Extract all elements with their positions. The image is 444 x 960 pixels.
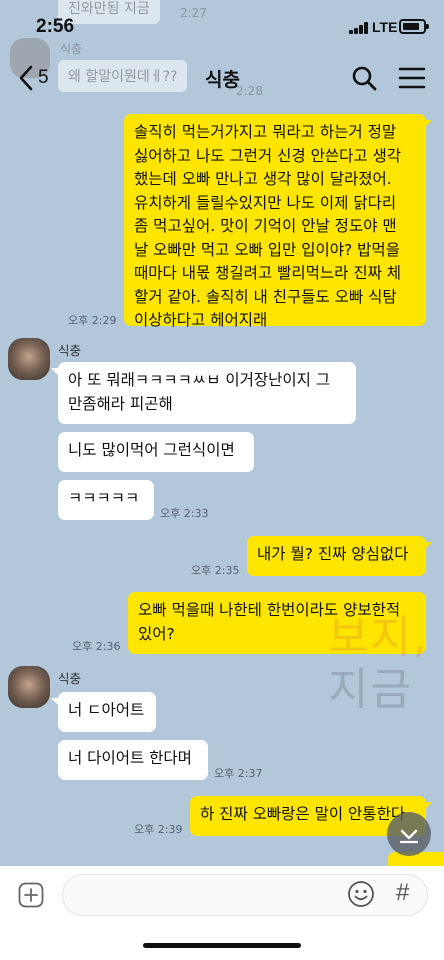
battery-level-fill xyxy=(403,23,419,30)
scroll-to-bottom-button[interactable] xyxy=(387,812,431,856)
back-button[interactable]: 5 xyxy=(18,64,49,92)
message-line: 내가 뭘? 진짜 양심없다 xyxy=(257,545,409,563)
sender-name: 식충 xyxy=(58,671,82,686)
message-bubble-sent[interactable]: 솔직히 먹는거가지고 뭐라고 하는거 정말 싫어하고 나도 그런거 신경 안쓴다… xyxy=(124,114,426,329)
message-line: 너 ㄷ아어트 xyxy=(68,701,145,719)
message-time: 오후 2:35 xyxy=(191,564,240,577)
network-type: LTE xyxy=(372,19,398,35)
hashtag-search-button[interactable]: # xyxy=(396,879,409,907)
message-bubble-received[interactable]: 너 다이어트 한다며 xyxy=(58,740,208,780)
message-time: 오후 2:29 xyxy=(68,314,117,327)
message-line: 좀 먹고싶어. 맛이 기억이 안날 정도야 맨 xyxy=(134,217,397,235)
message-bubble-received[interactable]: 니도 많이먹어 그런식이면 xyxy=(58,432,254,472)
watermark-text: 보지, 지금 xyxy=(328,612,429,716)
message-bubble-sent[interactable]: 내가 뭘? 진짜 양심없다 xyxy=(247,536,426,576)
message-bubble-received[interactable]: 너 ㄷ아어트 xyxy=(58,692,156,732)
bubble-tail xyxy=(51,698,59,706)
message-line: 만좀해라 피곤해 xyxy=(68,394,173,413)
avatar[interactable] xyxy=(8,338,50,380)
message-time: 오후 2:36 xyxy=(72,640,121,653)
status-bar: 2:56 LTE xyxy=(0,0,444,52)
message-line: 때마다 내몫 챙길려고 빨리먹느라 진짜 체 xyxy=(134,264,402,282)
status-time: 2:56 xyxy=(36,16,75,37)
bubble-tail xyxy=(51,368,59,376)
message-line: 이상하다고 헤어지래 xyxy=(134,311,268,329)
bubble-tail xyxy=(424,802,432,810)
plus-icon[interactable] xyxy=(18,882,44,908)
message-line: 날 오빠만 먹고 오빠 입만 입이야? 밥먹을 xyxy=(134,240,400,259)
message-line: 니도 많이먹어 그런식이면 xyxy=(68,441,235,459)
chat-header: 5 식충 xyxy=(0,52,444,104)
chat-title: 식충 xyxy=(205,69,240,91)
watermark-line: 지금 xyxy=(328,664,413,715)
message-line: 하 진짜 오빠랑은 말이 안통한다 xyxy=(200,805,406,823)
message-bubble-received[interactable]: ㅋㅋㅋㅋㅋ xyxy=(58,480,154,520)
message-bubble-received[interactable]: 아 또 뭐래ㅋㅋㅋㅋㅆㅂ 이거장난이지 그 만좀해라 피곤해 xyxy=(58,362,356,424)
emoji-icon[interactable] xyxy=(347,880,375,908)
battery-icon xyxy=(399,19,429,34)
watermark-line: 보지, xyxy=(328,612,429,663)
blurred-profile-photo xyxy=(8,338,50,380)
message-time: 오후 2:39 xyxy=(134,823,183,836)
bubble-tail xyxy=(424,120,432,128)
unread-chat-count: 5 xyxy=(38,67,49,88)
chevron-left-icon xyxy=(19,65,33,91)
message-line: ㅋㅋㅋㅋㅋ xyxy=(68,489,140,507)
menu-icon[interactable] xyxy=(398,64,426,92)
message-line: 아 또 뭐래ㅋㅋㅋㅋㅆㅂ 이거장난이지 그 xyxy=(68,371,331,389)
sender-name: 식충 xyxy=(58,343,82,358)
message-line: 솔직히 먹는거가지고 뭐라고 하는거 정말 xyxy=(134,123,397,141)
signal-icon xyxy=(349,22,369,34)
message-time: 오후 2:37 xyxy=(214,767,263,780)
chevron-down-icon xyxy=(399,829,419,844)
search-icon[interactable] xyxy=(350,64,378,92)
message-time: 오후 2:33 xyxy=(160,507,209,520)
message-line: 했는데 오빠 만나고 생각 많이 달라졌어. xyxy=(134,170,392,188)
blurred-profile-photo xyxy=(8,666,50,708)
message-line: 할거 같아. 솔직히 내 친구들도 오빠 식탐 xyxy=(134,287,397,306)
home-indicator[interactable] xyxy=(143,943,301,948)
avatar[interactable] xyxy=(8,666,50,708)
message-line: 싫어하고 나도 그런거 신경 안쓴다고 생각 xyxy=(134,146,402,165)
message-line: 유치하게 들릴수있지만 나도 이제 닭다리 xyxy=(134,193,397,212)
bubble-tail xyxy=(424,542,432,550)
message-line: 너 다이어트 한다며 xyxy=(68,749,192,767)
